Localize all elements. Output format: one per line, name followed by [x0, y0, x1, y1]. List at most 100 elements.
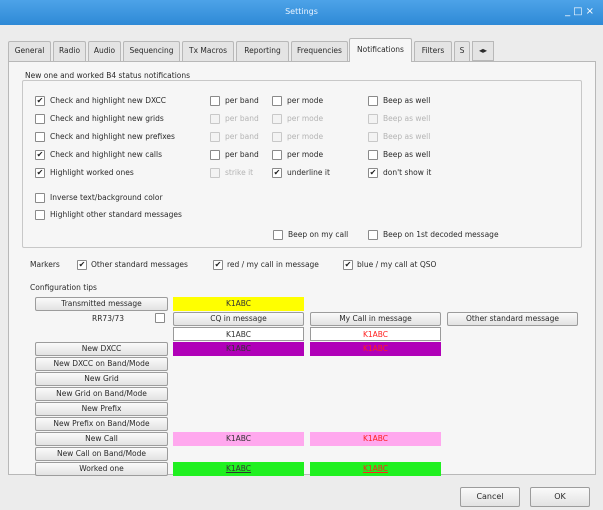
row-prefixes-band-label: per band [225, 132, 259, 141]
worked-one-button[interactable]: Worked one [35, 462, 168, 476]
row-dxcc-band-label: per band [225, 96, 259, 105]
beep-first-decoded-checkbox[interactable] [368, 230, 378, 240]
row-prefixes-band-checkbox[interactable] [210, 132, 220, 142]
marker-blue-label: blue / my call at QSO [357, 260, 437, 269]
row-calls-main-checkbox[interactable]: ✔ [35, 150, 45, 160]
tab-general[interactable]: General [8, 41, 51, 61]
tab-bar: General Radio Audio Sequencing Tx Macros… [8, 38, 596, 62]
minimize-icon[interactable]: _ [565, 6, 573, 17]
beep-on-my-call-label: Beep on my call [288, 230, 349, 239]
marker-red-checkbox[interactable]: ✔ [213, 260, 223, 270]
tab-notifications[interactable]: Notifications [349, 38, 412, 62]
tab-filters[interactable]: Filters [414, 41, 452, 61]
notifications-group-box [22, 80, 582, 248]
marker-red-label: red / my call in message [227, 260, 319, 269]
row-grids-beep-label: Beep as well [383, 114, 431, 123]
tab-s[interactable]: S [454, 41, 470, 61]
row-grids-band-checkbox[interactable] [210, 114, 220, 124]
highlight-other-label: Highlight other standard messages [50, 210, 182, 219]
new-call-swatch: K1ABC [173, 432, 304, 446]
row-dxcc-beep-checkbox[interactable] [368, 96, 378, 106]
row-dxcc-mode-checkbox[interactable] [272, 96, 282, 106]
settings-window: Settings _□× General Radio Audio Sequenc… [0, 0, 603, 510]
row-prefixes-mode-label: per mode [287, 132, 324, 141]
cq-in-message-button[interactable]: CQ in message [173, 312, 304, 326]
worked-one-mycall-swatch: K1ABC [310, 462, 441, 476]
tab-sequencing[interactable]: Sequencing [123, 41, 180, 61]
row-worked-mode-checkbox[interactable]: ✔ [272, 168, 282, 178]
tab-tx-macros[interactable]: Tx Macros [182, 41, 234, 61]
beep-first-decoded-label: Beep on 1st decoded message [383, 230, 499, 239]
new-dxcc-mycall-swatch: K1ABC [310, 342, 441, 356]
row-worked-band-checkbox[interactable] [210, 168, 220, 178]
row-calls-mode-checkbox[interactable] [272, 150, 282, 160]
other-standard-message-button[interactable]: Other standard message [447, 312, 578, 326]
new-grid-band-mode-button[interactable]: New Grid on Band/Mode [35, 387, 168, 401]
row-dxcc-main-label: Check and highlight new DXCC [50, 96, 167, 105]
window-title: Settings [285, 7, 318, 16]
rr73-label: RR73/73 [92, 314, 125, 323]
highlight-other-checkbox[interactable] [35, 210, 45, 220]
maximize-icon[interactable]: □ [573, 6, 585, 17]
row-worked-beep-checkbox[interactable]: ✔ [368, 168, 378, 178]
scroll-right-icon[interactable]: ▸ [483, 46, 487, 55]
row-dxcc-band-checkbox[interactable] [210, 96, 220, 106]
close-icon[interactable]: × [586, 6, 597, 17]
new-call-button[interactable]: New Call [35, 432, 168, 446]
row-worked-main-checkbox[interactable]: ✔ [35, 168, 45, 178]
row-grids-band-label: per band [225, 114, 259, 123]
row-grids-beep-checkbox[interactable] [368, 114, 378, 124]
tab-radio[interactable]: Radio [53, 41, 86, 61]
cq-swatch: K1ABC [173, 327, 304, 341]
row-prefixes-beep-checkbox[interactable] [368, 132, 378, 142]
markers-label: Markers [30, 260, 60, 269]
my-call-swatch: K1ABC [310, 327, 441, 341]
row-grids-main-checkbox[interactable] [35, 114, 45, 124]
row-dxcc-main-checkbox[interactable]: ✔ [35, 96, 45, 106]
tab-scroll-buttons[interactable]: ◂▸ [472, 41, 494, 61]
row-calls-band-label: per band [225, 150, 259, 159]
row-prefixes-beep-label: Beep as well [383, 132, 431, 141]
ok-button[interactable]: OK [530, 487, 590, 507]
marker-other-checkbox[interactable]: ✔ [77, 260, 87, 270]
new-call-mycall-swatch: K1ABC [310, 432, 441, 446]
new-prefix-button[interactable]: New Prefix [35, 402, 168, 416]
tab-reporting[interactable]: Reporting [236, 41, 289, 61]
marker-blue-checkbox[interactable]: ✔ [343, 260, 353, 270]
row-calls-band-checkbox[interactable] [210, 150, 220, 160]
row-worked-main-label: Highlight worked ones [50, 168, 134, 177]
notifications-group-title: New one and worked B4 status notificatio… [25, 71, 191, 80]
marker-other-label: Other standard messages [91, 260, 188, 269]
new-dxcc-swatch: K1ABC [173, 342, 304, 356]
transmitted-message-swatch: K1ABC [173, 297, 304, 311]
tab-audio[interactable]: Audio [88, 41, 121, 61]
rr73-checkbox[interactable] [155, 313, 165, 323]
config-tips-title: Configuration tips [30, 283, 97, 292]
row-prefixes-main-checkbox[interactable] [35, 132, 45, 142]
row-calls-mode-label: per mode [287, 150, 324, 159]
row-worked-mode-label: underline it [287, 168, 330, 177]
row-dxcc-mode-label: per mode [287, 96, 324, 105]
row-grids-mode-checkbox[interactable] [272, 114, 282, 124]
row-grids-mode-label: per mode [287, 114, 324, 123]
tab-frequencies[interactable]: Frequencies [291, 41, 348, 61]
transmitted-message-button[interactable]: Transmitted message [35, 297, 168, 311]
new-call-band-mode-button[interactable]: New Call on Band/Mode [35, 447, 168, 461]
title-bar: Settings _□× [0, 0, 603, 25]
my-call-in-message-button[interactable]: My Call in message [310, 312, 441, 326]
worked-one-swatch: K1ABC [173, 462, 304, 476]
window-controls: _□× [565, 6, 597, 17]
row-grids-main-label: Check and highlight new grids [50, 114, 164, 123]
row-prefixes-mode-checkbox[interactable] [272, 132, 282, 142]
inverse-colors-checkbox[interactable] [35, 193, 45, 203]
new-dxcc-button[interactable]: New DXCC [35, 342, 168, 356]
new-grid-button[interactable]: New Grid [35, 372, 168, 386]
cancel-button[interactable]: Cancel [460, 487, 520, 507]
new-dxcc-band-mode-button[interactable]: New DXCC on Band/Mode [35, 357, 168, 371]
row-worked-beep-label: don't show it [383, 168, 432, 177]
new-prefix-band-mode-button[interactable]: New Prefix on Band/Mode [35, 417, 168, 431]
row-worked-band-label: strike it [225, 168, 254, 177]
row-calls-beep-checkbox[interactable] [368, 150, 378, 160]
beep-on-my-call-checkbox[interactable] [273, 230, 283, 240]
row-calls-beep-label: Beep as well [383, 150, 431, 159]
